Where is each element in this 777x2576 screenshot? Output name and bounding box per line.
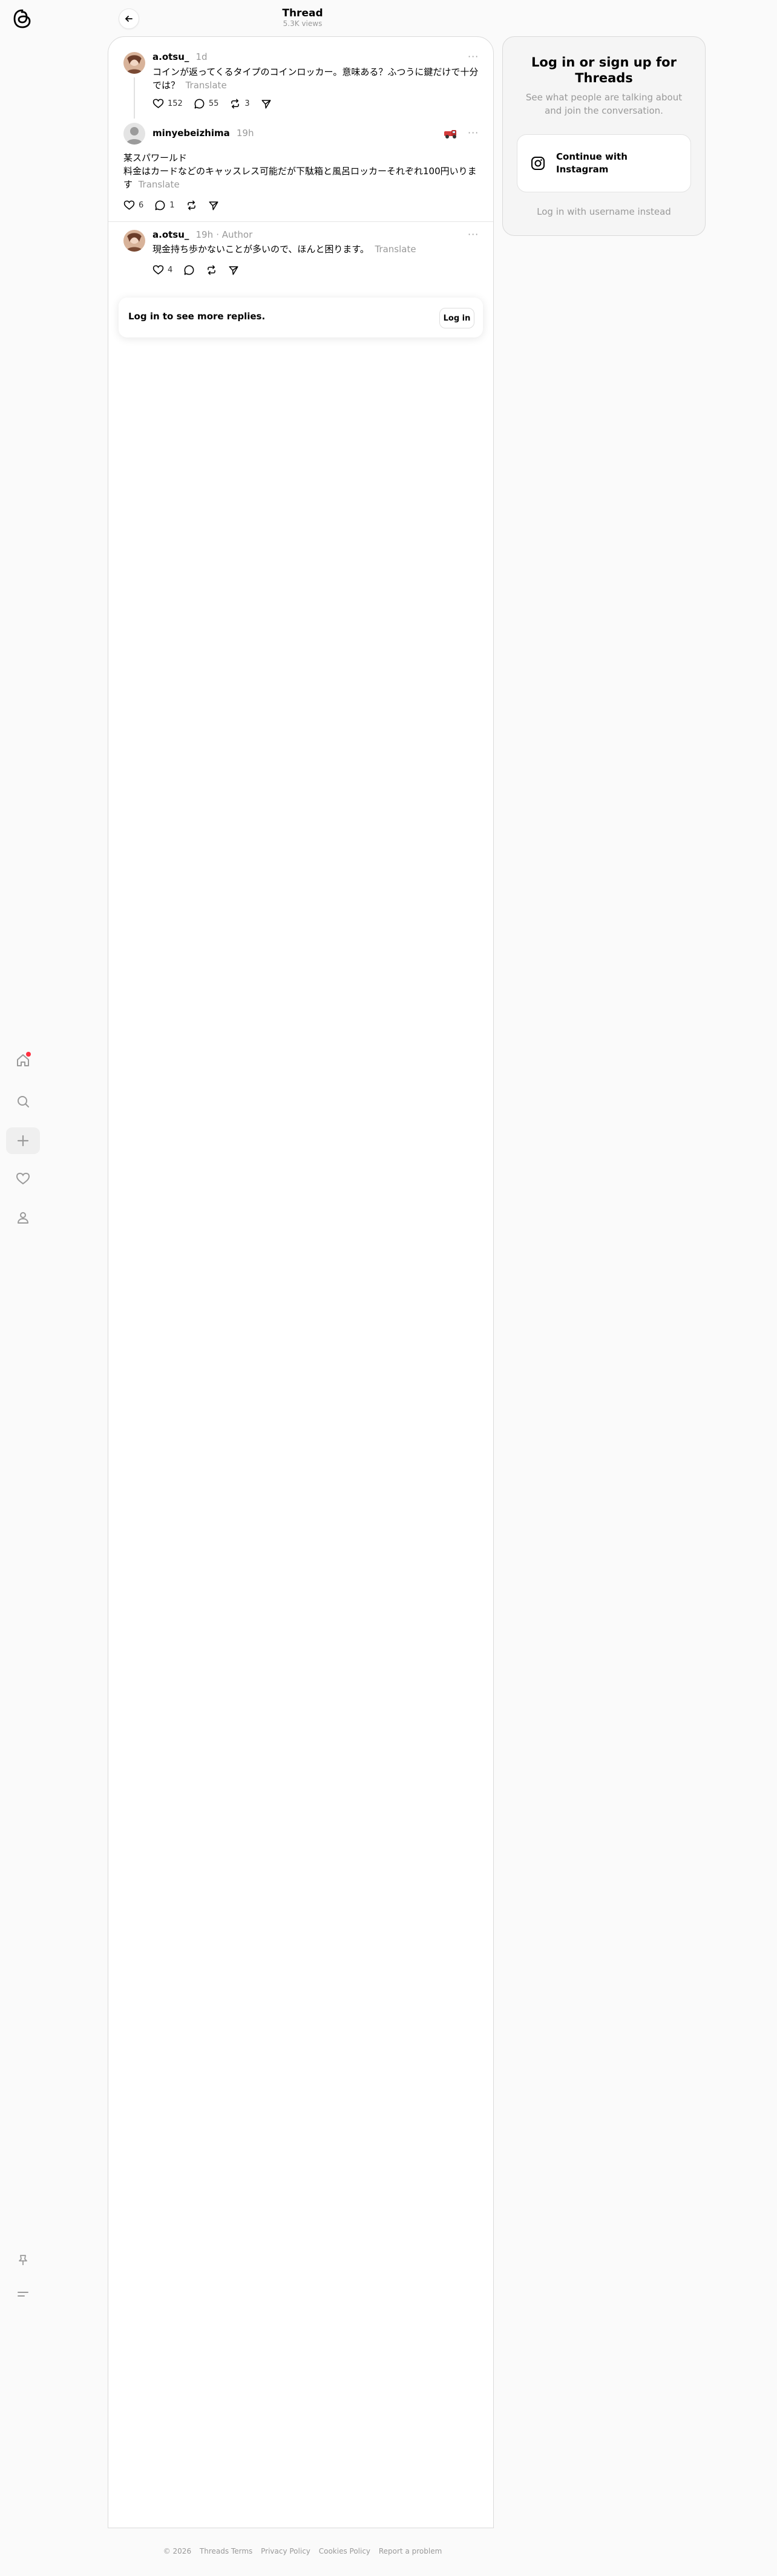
meta-separator: · — [216, 229, 222, 240]
footer: © 2026 Threads Terms Privacy Policy Cook… — [0, 2547, 605, 2555]
share-button[interactable] — [208, 200, 219, 211]
translate-link[interactable]: Translate — [375, 244, 416, 255]
heart-icon[interactable] — [11, 1167, 34, 1190]
search-icon[interactable] — [11, 1090, 34, 1113]
reply-button[interactable] — [183, 264, 195, 276]
more-options-icon[interactable]: ··· — [468, 51, 479, 62]
reply-button[interactable]: 1 — [154, 200, 175, 211]
send-icon — [209, 201, 218, 210]
reply-count: 55 — [208, 99, 219, 108]
translate-link[interactable]: Translate — [186, 80, 227, 91]
instagram-button-label: Continue with Instagram — [556, 151, 628, 175]
login-card-subtitle: See what people are talking about and jo… — [525, 92, 683, 116]
footer-link-cookies[interactable]: Cookies Policy — [319, 2547, 370, 2555]
like-button[interactable]: 4 — [152, 264, 172, 276]
author-badge: Author — [221, 229, 253, 240]
more-options-icon[interactable]: ··· — [468, 229, 479, 240]
username-login-link[interactable]: Log in with username instead — [519, 206, 689, 217]
like-count: 6 — [139, 201, 144, 210]
repost-icon — [187, 200, 195, 210]
username[interactable]: a.otsu_ — [152, 229, 189, 240]
login-card-title: Log in or sign up for Threads — [531, 55, 677, 85]
plus-icon — [17, 1135, 29, 1147]
instagram-icon — [531, 156, 545, 173]
post-actions: 4 — [152, 264, 250, 276]
thread-panel — [108, 36, 494, 2528]
send-icon — [229, 266, 238, 275]
like-count: 152 — [168, 99, 183, 108]
repost-button[interactable] — [186, 200, 197, 211]
post-body-line: 某スパワールド — [123, 152, 188, 163]
repost-button[interactable] — [206, 264, 217, 276]
post-header: minyebeizhima 19h — [152, 127, 254, 139]
home-icon[interactable] — [11, 1049, 34, 1072]
reply-button[interactable]: 55 — [194, 98, 219, 109]
post-body: 現金持ち歩かないことが多いので、ほんと困ります。 — [152, 244, 369, 255]
login-prompt-banner: Log in to see more replies. Log in — [119, 298, 483, 337]
page-title: Thread — [282, 7, 323, 19]
profile-icon[interactable] — [11, 1206, 34, 1229]
login-prompt-text: Log in to see more replies. — [128, 311, 266, 322]
reply-count: 1 — [169, 201, 175, 210]
footer-link-terms[interactable]: Threads Terms — [200, 2547, 252, 2555]
post-actions: 6 1 — [123, 200, 230, 211]
like-count: 4 — [168, 266, 173, 275]
avatar[interactable] — [123, 52, 145, 74]
view-count: 5.3K views — [283, 19, 323, 28]
repost-count: 3 — [244, 99, 250, 108]
timestamp[interactable]: 19h — [237, 128, 254, 139]
share-button[interactable] — [261, 99, 272, 109]
heart-icon — [152, 99, 164, 108]
post-actions: 152 55 3 — [152, 98, 283, 109]
create-post-button[interactable] — [6, 1127, 40, 1154]
copyright: © 2026 — [163, 2547, 192, 2555]
pin-icon[interactable] — [11, 2249, 34, 2272]
comment-icon — [184, 265, 194, 275]
comment-icon — [194, 99, 205, 109]
post-text: 現金持ち歩かないことが多いので、ほんと困ります。 Translate — [152, 243, 479, 256]
repost-icon — [208, 265, 216, 275]
footer-link-report[interactable]: Report a problem — [379, 2547, 442, 2555]
post-header: a.otsu_ 19h · Author — [152, 229, 252, 240]
timestamp[interactable]: 19h — [196, 229, 214, 240]
heart-icon — [152, 265, 164, 275]
post-header: a.otsu_ 1d — [152, 51, 208, 62]
send-icon — [261, 99, 271, 108]
like-button[interactable]: 152 — [152, 98, 183, 109]
thread-connector-line — [134, 77, 135, 119]
heart-icon — [123, 200, 135, 210]
post-text: 某スパワールド 料金はカードなどのキャッスレス可能だが下駄箱と風呂ロッカーそれぞ… — [123, 151, 480, 191]
username[interactable]: minyebeizhima — [152, 128, 230, 139]
repost-icon — [231, 99, 240, 109]
more-options-icon[interactable]: ··· — [468, 127, 479, 139]
avatar[interactable] — [123, 230, 145, 252]
like-button[interactable]: 6 — [123, 200, 143, 211]
login-button[interactable]: Log in — [439, 308, 474, 328]
share-button[interactable] — [228, 265, 239, 276]
comment-icon — [155, 200, 165, 210]
repost-button[interactable]: 3 — [229, 98, 250, 109]
menu-icon[interactable] — [11, 2283, 34, 2306]
footer-link-privacy[interactable]: Privacy Policy — [261, 2547, 310, 2555]
emoji-badge-icon — [443, 128, 459, 142]
translate-link[interactable]: Translate — [139, 179, 180, 190]
divider — [108, 221, 493, 222]
post-text: コインが返ってくるタイプのコインロッカー。意味ある？ふつうに鍵だけで十分では？ … — [152, 65, 479, 92]
username[interactable]: a.otsu_ — [152, 51, 189, 62]
timestamp[interactable]: 1d — [196, 51, 208, 62]
notification-dot — [26, 1052, 31, 1057]
continue-with-instagram-button[interactable]: Continue with Instagram — [517, 134, 691, 192]
avatar[interactable] — [123, 123, 145, 145]
